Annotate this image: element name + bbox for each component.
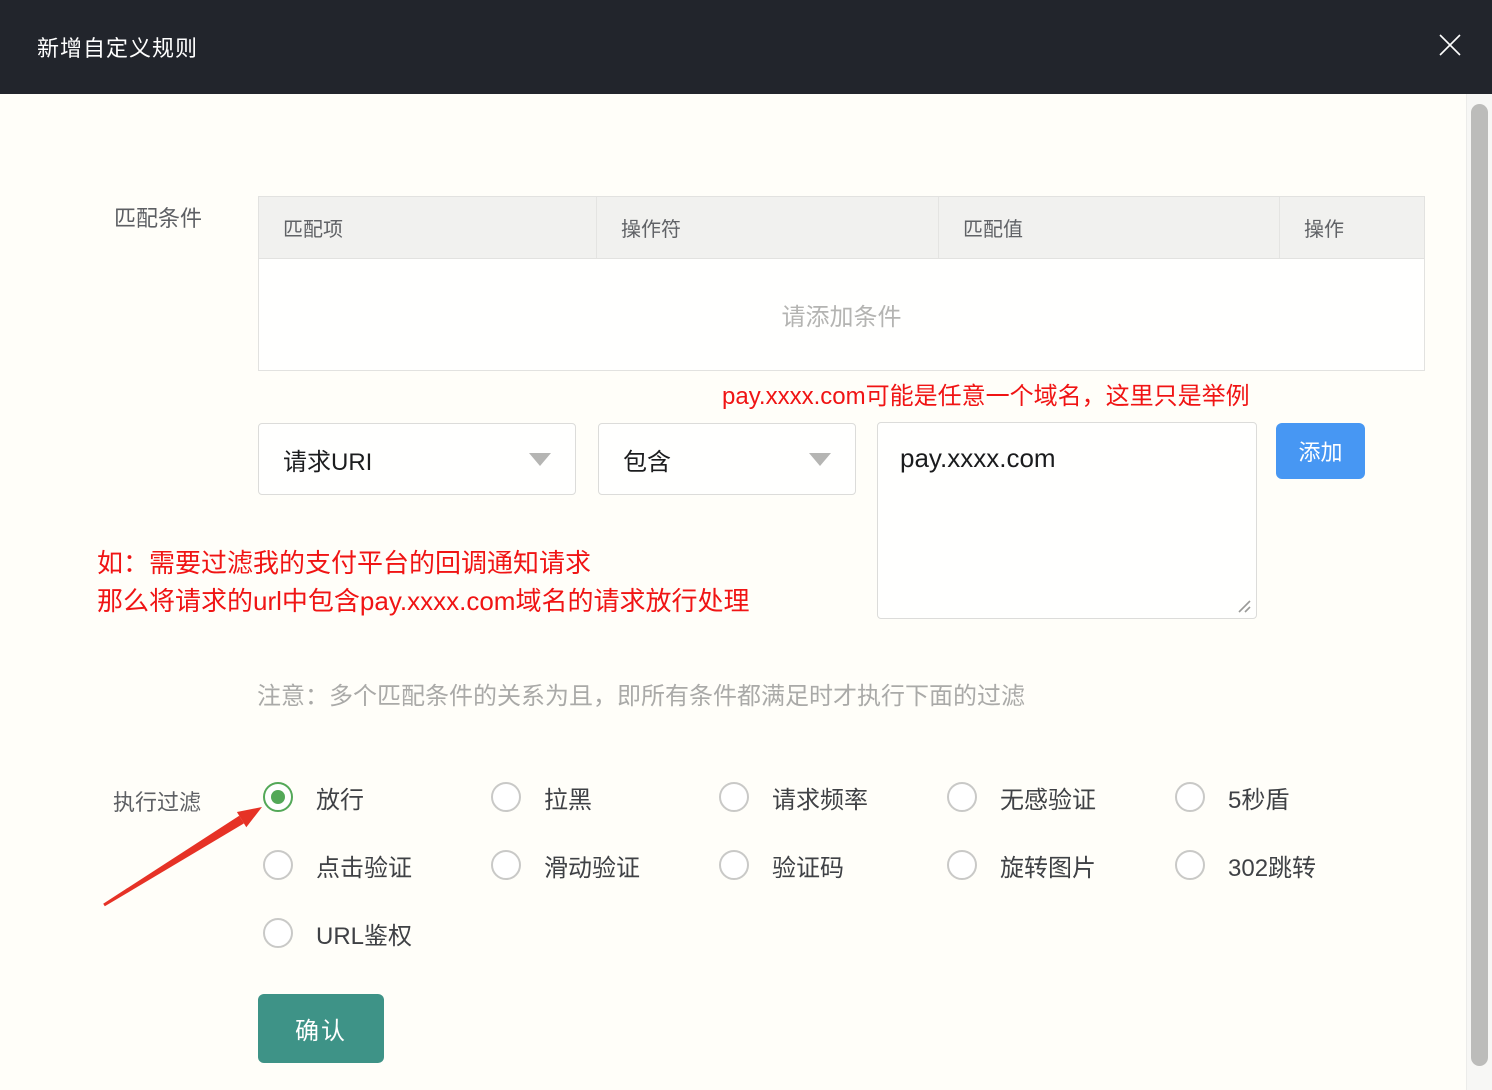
filter-options-group: 放行 拉黑 请求频率 无感验证 5秒盾 点击验证 滑动验证 验证码	[263, 781, 1403, 985]
column-header-action: 操作	[1280, 197, 1424, 258]
radio-icon	[263, 782, 293, 812]
radio-icon	[263, 918, 293, 948]
conditions-relation-note: 注意：多个匹配条件的关系为且，即所有条件都满足时才执行下面的过滤	[257, 676, 1025, 711]
match-item-select-value: 请求URI	[283, 442, 521, 477]
condition-table-header: 匹配项 操作符 匹配值 操作	[259, 197, 1424, 259]
add-condition-button[interactable]: 添加	[1276, 423, 1365, 479]
radio-icon	[1175, 850, 1205, 880]
annotation-example-line2: 那么将请求的url中包含pay.xxxx.com域名的请求放行处理	[97, 582, 749, 620]
page-scrollbar[interactable]	[1466, 94, 1492, 1090]
radio-option-invisible-verify[interactable]: 无感验证	[947, 781, 1175, 813]
annotation-example-text: 如：需要过滤我的支付平台的回调通知请求 那么将请求的url中包含pay.xxxx…	[97, 544, 749, 620]
dialog-header: 新增自定义规则	[0, 0, 1492, 94]
annotation-domain-note: pay.xxxx.com可能是任意一个域名，这里只是举例	[722, 376, 1250, 411]
empty-conditions-placeholder: 请添加条件	[782, 297, 902, 332]
radio-option-click-verify[interactable]: 点击验证	[263, 849, 491, 881]
radio-option-5s-shield[interactable]: 5秒盾	[1175, 781, 1403, 813]
dialog-title: 新增自定义规则	[37, 31, 198, 63]
radio-icon	[491, 850, 521, 880]
chevron-down-icon	[529, 453, 551, 466]
column-header-match-item: 匹配项	[259, 197, 597, 258]
radio-option-captcha[interactable]: 验证码	[719, 849, 947, 881]
add-custom-rule-dialog: 新增自定义规则 匹配条件 匹配项 操作符 匹配值 操作 请添加条件 pay.xx…	[0, 0, 1492, 1090]
match-condition-label: 匹配条件	[114, 201, 202, 233]
close-button[interactable]	[1434, 30, 1466, 62]
column-header-match-value: 匹配值	[939, 197, 1280, 258]
match-item-select[interactable]: 请求URI	[258, 423, 576, 495]
radio-icon	[263, 850, 293, 880]
radio-option-blacklist[interactable]: 拉黑	[491, 781, 719, 813]
close-icon	[1437, 32, 1463, 61]
column-header-operator: 操作符	[597, 197, 939, 258]
radio-option-request-rate[interactable]: 请求频率	[719, 781, 947, 813]
radio-icon	[1175, 782, 1205, 812]
operator-select-value: 包含	[623, 442, 801, 477]
condition-table: 匹配项 操作符 匹配值 操作 请添加条件	[258, 196, 1425, 371]
radio-option-302-redirect[interactable]: 302跳转	[1175, 849, 1403, 881]
condition-table-body: 请添加条件	[259, 259, 1424, 370]
radio-option-slide-verify[interactable]: 滑动验证	[491, 849, 719, 881]
radio-icon	[719, 782, 749, 812]
radio-icon	[491, 782, 521, 812]
match-value-input[interactable]: pay.xxxx.com	[877, 422, 1257, 619]
radio-icon	[719, 850, 749, 880]
radio-option-allow[interactable]: 放行	[263, 781, 491, 813]
radio-icon	[947, 782, 977, 812]
chevron-down-icon	[809, 453, 831, 466]
radio-icon	[947, 850, 977, 880]
radio-option-rotate-image[interactable]: 旋转图片	[947, 849, 1175, 881]
annotation-example-line1: 如：需要过滤我的支付平台的回调通知请求	[97, 544, 749, 582]
radio-option-url-auth[interactable]: URL鉴权	[263, 917, 491, 949]
confirm-button[interactable]: 确认	[258, 994, 384, 1063]
operator-select[interactable]: 包含	[598, 423, 856, 495]
filter-action-label: 执行过滤	[113, 785, 201, 817]
scrollbar-thumb[interactable]	[1471, 104, 1488, 1066]
